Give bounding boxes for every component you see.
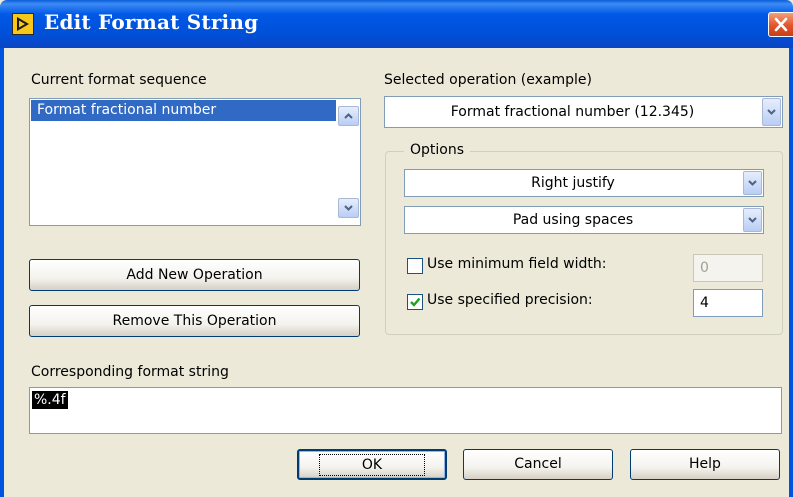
- add-operation-button[interactable]: Add New Operation: [29, 259, 360, 291]
- min-field-width-checkbox[interactable]: [407, 258, 423, 274]
- operation-dropdown[interactable]: Format fractional number (12.345): [384, 96, 783, 128]
- padding-dropdown-arrow[interactable]: [743, 208, 762, 232]
- ok-label: OK: [318, 454, 426, 476]
- help-button[interactable]: Help: [630, 449, 780, 480]
- operation-selected-value: Format fractional number (12.345): [450, 104, 695, 120]
- format-string-value[interactable]: %.4f: [32, 391, 68, 409]
- scroll-down-button[interactable]: [338, 198, 359, 218]
- window-frame-right: [789, 48, 793, 497]
- remove-operation-button[interactable]: Remove This Operation: [29, 305, 360, 337]
- cancel-button[interactable]: Cancel: [463, 449, 613, 480]
- operation-dropdown-arrow[interactable]: [762, 98, 781, 126]
- close-button[interactable]: [768, 12, 793, 37]
- justify-value: Right justify: [531, 175, 615, 191]
- close-icon: [774, 17, 788, 32]
- chevron-up-icon: [344, 113, 353, 119]
- window-frame-left: [0, 48, 4, 497]
- scroll-up-button[interactable]: [338, 106, 359, 126]
- precision-checkbox[interactable]: [407, 294, 423, 310]
- padding-dropdown[interactable]: Pad using spaces: [404, 206, 764, 234]
- labview-app-icon: [12, 13, 34, 35]
- format-string-field[interactable]: %.4f: [29, 387, 782, 434]
- window-title: Edit Format String: [44, 10, 259, 34]
- chevron-down-icon: [748, 180, 757, 186]
- format-sequence-list[interactable]: Format fractional number: [29, 98, 361, 226]
- justify-dropdown-arrow[interactable]: [743, 171, 762, 195]
- precision-label: Use specified precision:: [427, 292, 593, 308]
- ok-button[interactable]: OK: [297, 449, 447, 480]
- padding-value: Pad using spaces: [512, 212, 634, 228]
- options-legend: Options: [404, 142, 471, 158]
- chevron-down-icon: [767, 109, 776, 115]
- checkmark-icon: [410, 297, 421, 307]
- min-field-width-label: Use minimum field width:: [427, 256, 607, 272]
- min-field-width-input[interactable]: 0: [693, 254, 763, 282]
- chevron-down-icon: [748, 217, 757, 223]
- sequence-label: Current format sequence: [31, 72, 207, 88]
- format-string-label: Corresponding format string: [31, 364, 229, 380]
- chevron-down-icon: [344, 205, 353, 211]
- operation-label: Selected operation (example): [384, 72, 592, 88]
- justify-dropdown[interactable]: Right justify: [404, 169, 764, 197]
- title-bar[interactable]: Edit Format String: [0, 0, 793, 48]
- list-item-selected[interactable]: Format fractional number: [31, 100, 336, 121]
- precision-input[interactable]: 4: [693, 289, 763, 317]
